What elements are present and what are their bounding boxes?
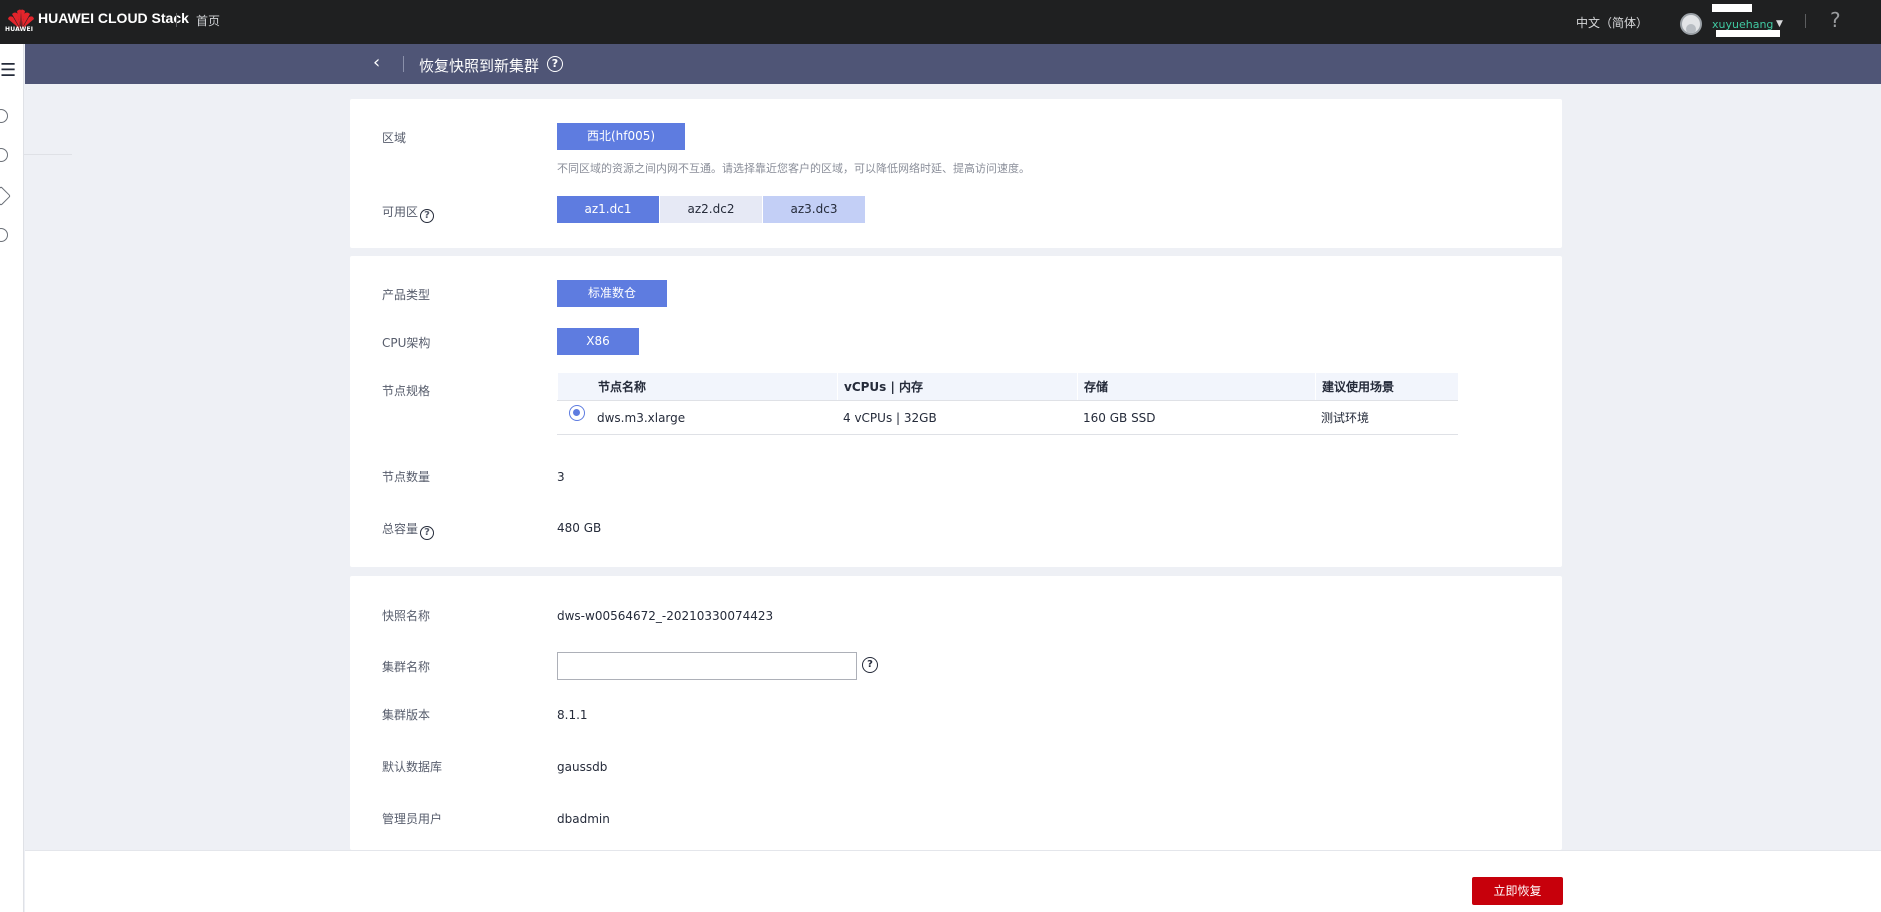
column-header: 节点名称 (557, 373, 837, 400)
scenario-cell: 测试环境 (1321, 411, 1370, 425)
storage-cell: 160 GB SSD (1083, 410, 1156, 425)
clock-icon[interactable] (0, 228, 8, 242)
admin-user-label: 管理员用户 (382, 812, 443, 826)
default-db-label: 默认数据库 (382, 760, 443, 774)
az-label: 可用区? (382, 203, 435, 223)
redacted-user-info (1712, 4, 1752, 12)
region-card: 区域 西北(hf005) 不同区域的资源之间内网不互通。请选择靠近您客户的区域，… (350, 99, 1562, 248)
brand-name[interactable]: HUAWEI CLOUD Stack (38, 10, 189, 26)
column-header: 建议使用场景 (1315, 373, 1458, 400)
huawei-logo-text: HUAWEI (5, 26, 34, 33)
avatar[interactable] (1680, 13, 1702, 35)
column-header: 存储 (1077, 373, 1315, 400)
top-navbar: HUAWEI HUAWEI CLOUD Stack 首页 中文（简体） xuyu… (0, 0, 1881, 44)
default-db-value: gaussdb (557, 760, 608, 774)
cluster-version-value: 8.1.1 (557, 708, 588, 722)
region-hint: 不同区域的资源之间内网不互通。请选择靠近您客户的区域，可以降低网络时延、提高访问… (557, 162, 1030, 175)
node-spec-table: 节点名称 vCPUs | 内存 存储 建议使用场景 dws.m3.xlarge … (557, 373, 1458, 435)
send-icon[interactable] (0, 186, 11, 206)
capacity-label: 总容量? (382, 520, 435, 540)
footer-bar: 立即恢复 (25, 850, 1881, 912)
help-icon[interactable]: ? (420, 209, 435, 223)
page-header: ‹ 恢复快照到新集群 ? (25, 44, 1881, 84)
region-label: 区域 (382, 131, 407, 145)
product-type-button[interactable]: 标准数仓 (557, 280, 667, 307)
home-link[interactable]: 首页 (196, 12, 220, 29)
capacity-value: 480 GB (557, 521, 602, 535)
product-card: 产品类型 标准数仓 CPU架构 X86 节点规格 节点名称 vCPUs | 内存… (350, 256, 1562, 567)
menu-icon[interactable]: ☰ (0, 60, 16, 81)
node-name: dws.m3.xlarge (597, 410, 686, 425)
page-title: 恢复快照到新集群 (419, 57, 540, 75)
node-spec-label: 节点规格 (382, 384, 431, 398)
help-icon[interactable]: ? (1830, 8, 1841, 32)
cpu-arch-label: CPU架构 (382, 336, 431, 350)
restore-now-button[interactable]: 立即恢复 (1472, 877, 1563, 905)
cloud-icon[interactable] (0, 109, 8, 123)
chevron-down-icon[interactable]: ▼ (1776, 19, 1783, 29)
node-count-value: 3 (557, 470, 565, 484)
az-option-az3[interactable]: az3.dc3 (763, 196, 865, 223)
cloud-outline-icon[interactable] (0, 148, 8, 162)
help-icon[interactable]: ? (547, 56, 563, 72)
back-icon[interactable]: ‹ (373, 52, 380, 73)
table-row[interactable]: dws.m3.xlarge 4 vCPUs | 32GB 160 GB SSD … (557, 401, 1458, 435)
snapshot-card: 快照名称 dws-w00564672_-20210330074423 集群名称 … (350, 576, 1562, 850)
left-sidebar: ☰ (0, 44, 24, 912)
language-selector[interactable]: 中文（简体） (1576, 14, 1648, 31)
cluster-name-label: 集群名称 (382, 660, 431, 674)
region-button[interactable]: 西北(hf005) (557, 123, 685, 150)
column-header: vCPUs | 内存 (837, 373, 1077, 400)
redacted-user-info (1716, 30, 1780, 37)
table-header: 节点名称 vCPUs | 内存 存储 建议使用场景 (557, 373, 1458, 401)
help-icon[interactable]: ? (862, 657, 878, 673)
cluster-name-input[interactable] (557, 652, 857, 680)
node-count-label: 节点数量 (382, 470, 431, 484)
snapshot-name-label: 快照名称 (382, 609, 431, 623)
admin-user-value: dbadmin (557, 812, 610, 826)
az-option-az2[interactable]: az2.dc2 (660, 196, 762, 223)
snapshot-name-value: dws-w00564672_-20210330074423 (557, 609, 774, 623)
divider (1805, 14, 1806, 28)
help-icon[interactable]: ? (420, 526, 435, 540)
divider (24, 154, 72, 155)
radio-selected[interactable] (569, 404, 585, 421)
vcpu-memory-cell: 4 vCPUs | 32GB (843, 410, 937, 425)
product-type-label: 产品类型 (382, 288, 431, 302)
cpu-arch-button[interactable]: X86 (557, 328, 639, 355)
divider (403, 56, 404, 72)
node-name-cell: dws.m3.xlarge (557, 404, 837, 425)
cluster-version-label: 集群版本 (382, 708, 431, 722)
az-option-az1[interactable]: az1.dc1 (557, 196, 659, 223)
divider (176, 13, 177, 27)
